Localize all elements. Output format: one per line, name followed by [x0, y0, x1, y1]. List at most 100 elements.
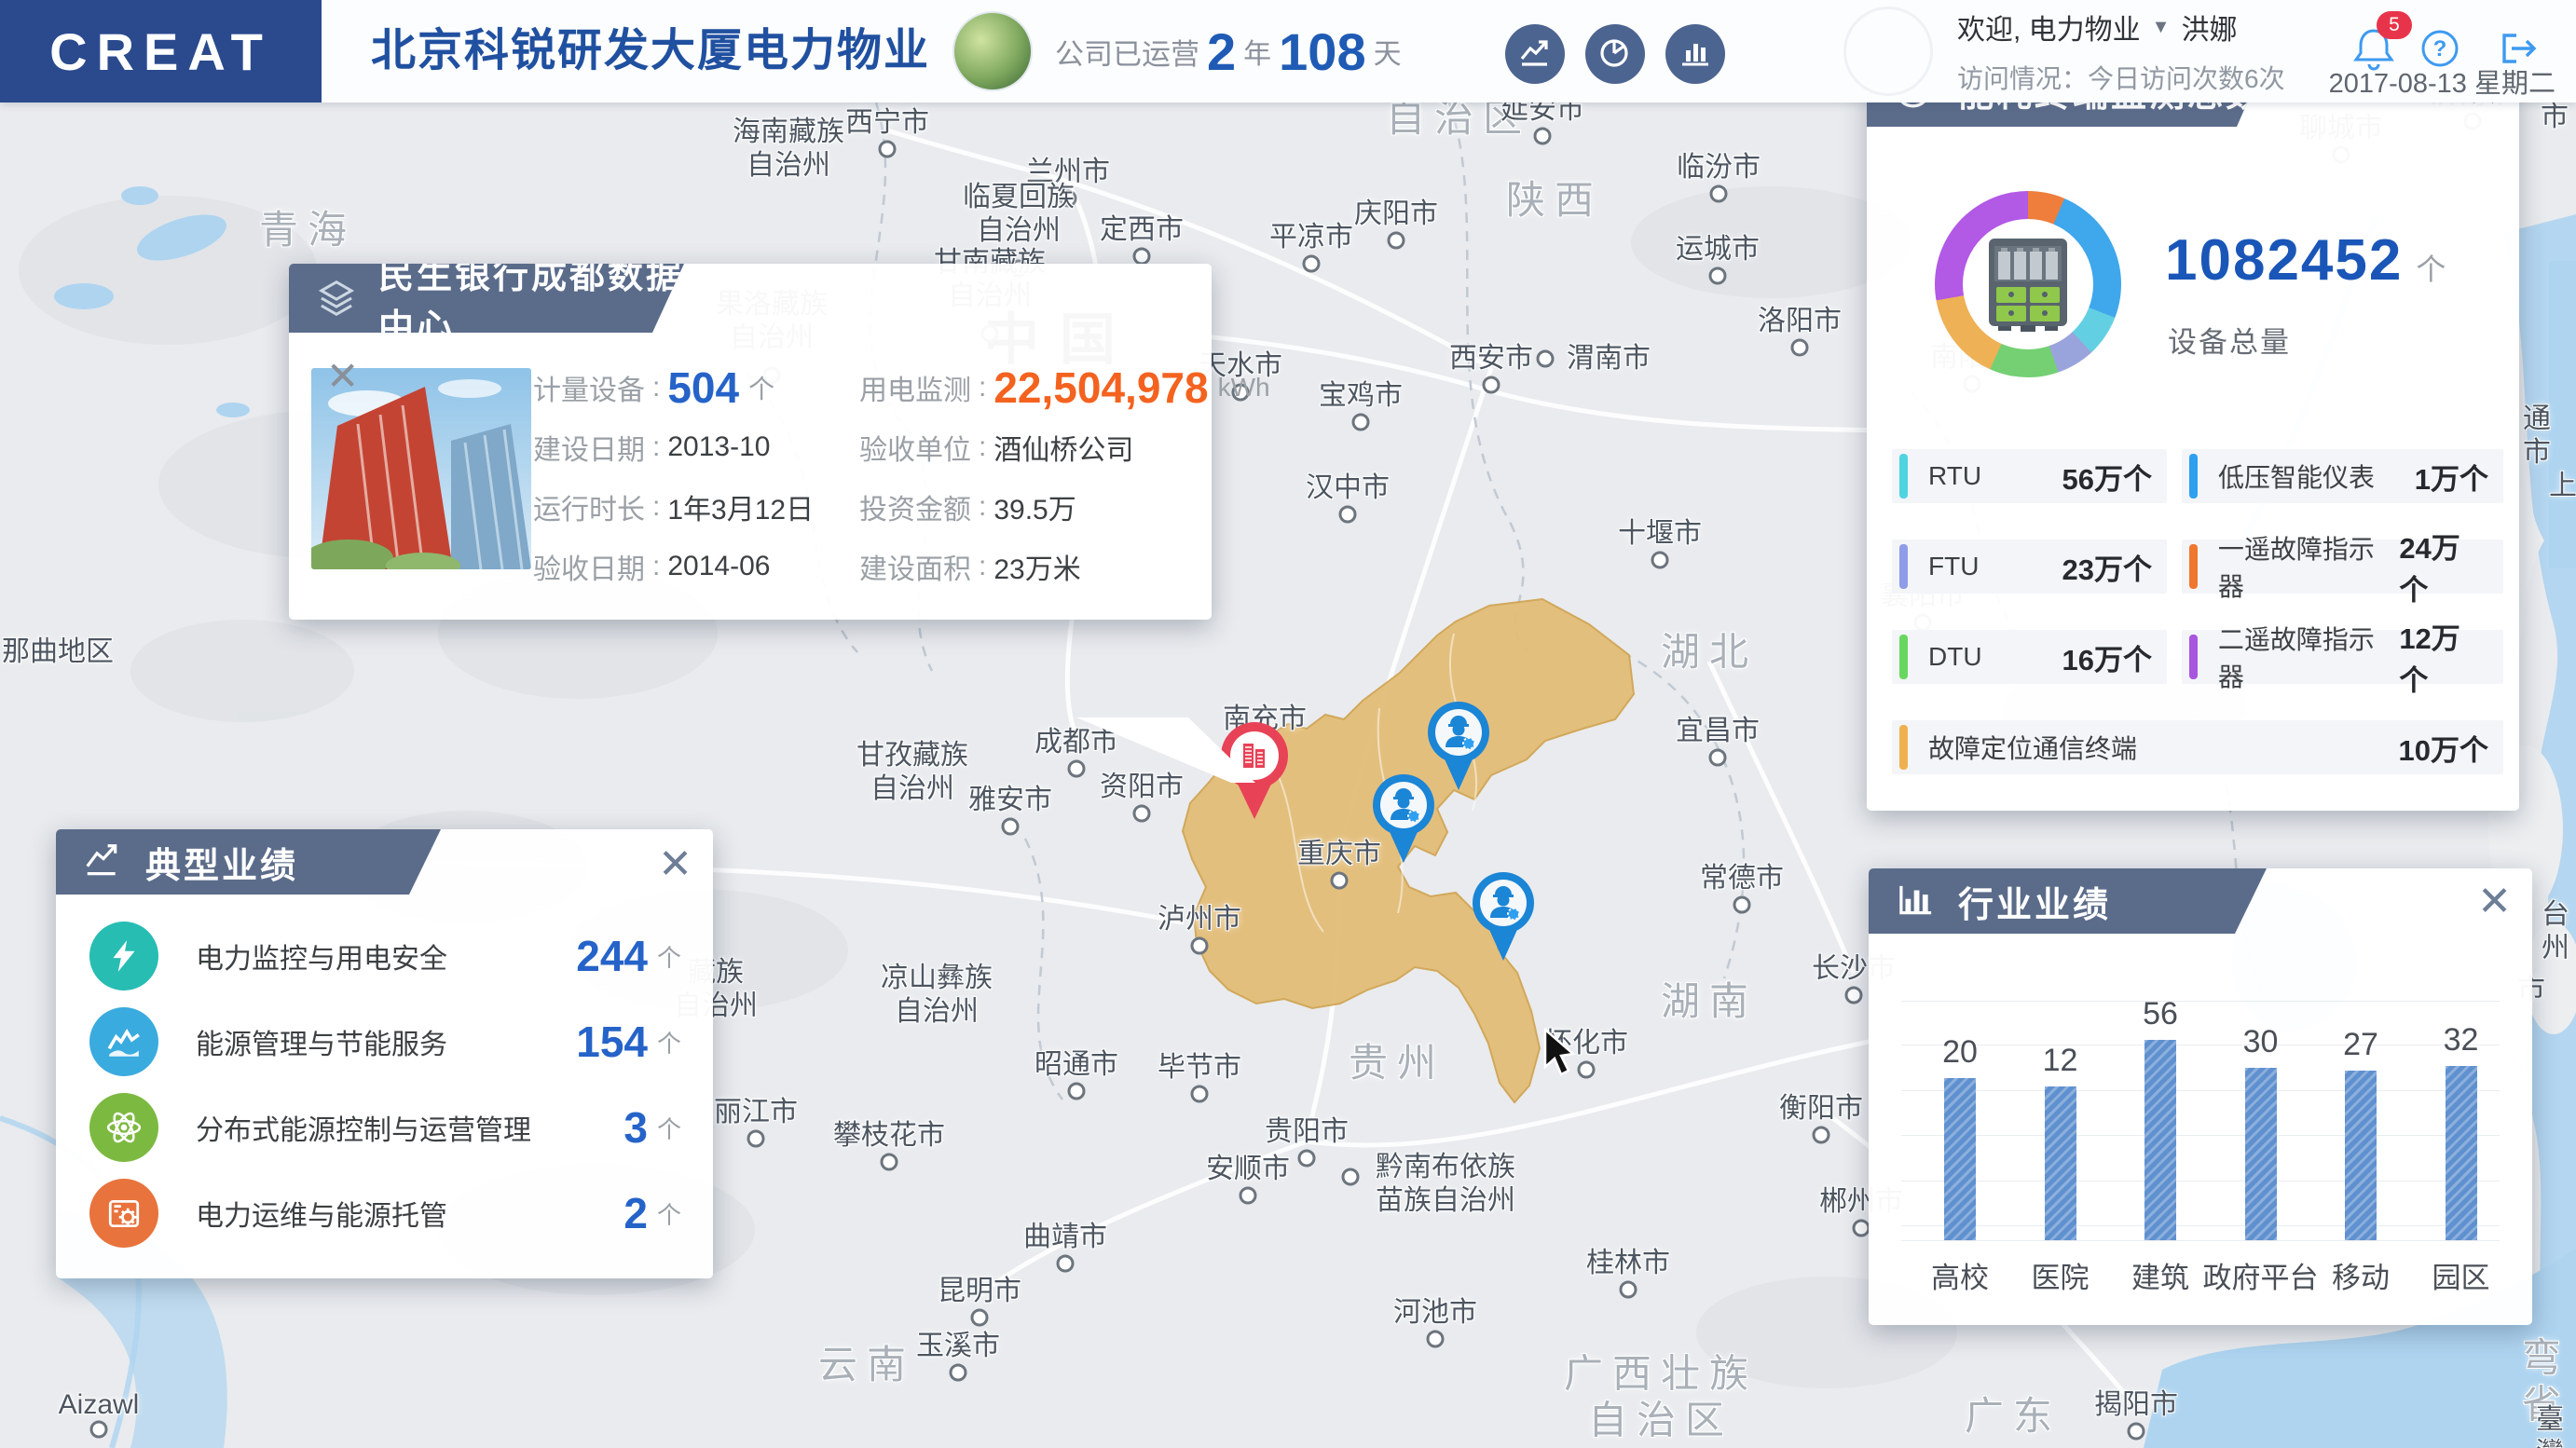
site-field: 用电监测:22,504,978 kWh [859, 361, 1270, 415]
map-label: 陕西 [1505, 177, 1604, 222]
map-label: 凉山彝族 自治州 [881, 963, 993, 1027]
chart-gridline [1901, 1240, 2500, 1241]
device-value: 16万个 [2062, 643, 2152, 676]
device-value: 56万个 [2062, 462, 2152, 496]
page-title: 北京科锐研发大厦电力物业 [371, 26, 931, 75]
field-label: 计量设备 [533, 376, 645, 406]
city-dot [1533, 127, 1552, 145]
weekday-text: 星期二 [2473, 69, 2555, 99]
field-colon: : [979, 372, 987, 403]
field-unit: 个 [748, 375, 775, 403]
city-dot [1708, 266, 1727, 285]
atom-icon [89, 1093, 158, 1162]
device-row: 低压智能仪表 1万个 [2182, 449, 2503, 503]
device-color-bar [1899, 544, 1908, 589]
field-value: 23万米 [993, 554, 1081, 585]
map-label: 常德市 [1700, 863, 1784, 894]
worker-pin-blue[interactable] [1468, 869, 1539, 969]
map-label: 甘孜藏族 自治州 [856, 740, 968, 804]
device-row: 一遥故障指示器 24万个 [2182, 532, 2503, 607]
pie-chart-icon [1598, 35, 1632, 74]
city-dot [747, 1129, 765, 1148]
city-dot [1067, 1082, 1086, 1100]
map-label: 河池市 [1393, 1297, 1477, 1328]
device-name: 故障定位通信终端 [1928, 734, 2138, 763]
map-label: 资阳市 [1100, 772, 1184, 802]
device-color-bar [2189, 544, 2198, 589]
device-color-bar [2189, 635, 2198, 679]
line-chart-button[interactable] [1505, 24, 1565, 84]
map-label: 通市 [2523, 403, 2551, 468]
operating-years: 2 [1207, 21, 1237, 81]
map-label: 贵阳市 [1265, 1116, 1349, 1147]
city-dot [1190, 1085, 1209, 1103]
typical-performance-panel: 典型业绩 ✕ 电力监控与用电安全 244 个能源管理与节能服务 154 个分布式能源控制… [56, 829, 713, 1278]
performance-unit: 个 [657, 1029, 682, 1058]
device-value: 12万个 [2399, 622, 2460, 697]
site-field: 建设面积:23万米 [859, 540, 1202, 594]
field-value: 酒仙桥公司 [993, 435, 1134, 466]
map-label: 临夏回族 自治州 [963, 182, 1075, 246]
device-color-bar [2189, 454, 2198, 499]
chart-bar [2144, 1040, 2176, 1240]
device-total-number: 1082452 [2165, 228, 2404, 293]
user-info: 欢迎, 电力物业 ▼ 洪娜 访问情况：今日访问次数6次 [1957, 7, 2285, 96]
site-field: 投资金额:39.5万 [859, 480, 1202, 534]
city-dot [1302, 254, 1321, 273]
city-dot [970, 1308, 989, 1327]
city-dot [1651, 551, 1669, 569]
map-label: 十堰市 [1618, 518, 1702, 549]
industry-bar-chart: 20 高校 12 医院 56 建筑 30 政府平台 27 移动 32 园区 [1869, 868, 2532, 1325]
map-label: 安顺市 [1206, 1154, 1290, 1184]
map-label: 湖南 [1660, 978, 1759, 1023]
city-dot [1482, 376, 1500, 394]
map-label: 贵州 [1348, 1040, 1446, 1085]
city-dot [1387, 231, 1405, 250]
worker-pin-blue[interactable] [1368, 772, 1439, 871]
user-block: 欢迎, 电力物业 ▼ 洪娜 访问情况：今日访问次数6次 [1843, 0, 2285, 102]
chart-bar-value: 56 [2143, 996, 2178, 1031]
user-avatar[interactable] [1843, 7, 1933, 96]
map-label: 潍坊市 [2541, 102, 2569, 132]
chart-gridline [1901, 1135, 2500, 1136]
pie-chart-button[interactable] [1585, 24, 1645, 84]
city-dot [1812, 1126, 1830, 1144]
device-color-bar [1899, 454, 1908, 499]
chart-gridline [1901, 1225, 2500, 1226]
device-value: 10万个 [2398, 733, 2488, 767]
device-name: DTU [1928, 642, 1982, 671]
performance-item: 电力运维与能源托管 2 个 [89, 1170, 685, 1256]
map-label: 昭通市 [1035, 1049, 1118, 1080]
field-label: 运行时长 [533, 495, 645, 526]
city-dot [1067, 759, 1086, 778]
site-field: 运行时长:1年3月12日 [533, 480, 850, 534]
map-label: 泸州市 [1158, 904, 1241, 935]
bar-chart-button[interactable] [1665, 24, 1725, 84]
popup-close-button[interactable]: ✕ [326, 357, 359, 396]
performance-count: 2 [623, 1189, 648, 1237]
field-label: 验收日期 [533, 554, 645, 585]
map-label: 曲靖市 [1023, 1222, 1107, 1252]
industry-performance-panel: 行业业绩 ✕ 20 高校 12 医院 56 建筑 30 政府平台 27 移动 32 园区 [1869, 868, 2532, 1325]
field-label: 建设面积 [859, 554, 971, 585]
field-value: 2014-06 [667, 551, 771, 581]
header-utilities: 5 ? 2017-08-13 星期二 [2329, 0, 2576, 102]
device-color-bar [1899, 725, 1908, 770]
svg-text:?: ? [2433, 36, 2447, 61]
site-field: 计量设备:504 个 [533, 361, 850, 415]
industry-close-button[interactable]: ✕ [2477, 881, 2512, 922]
device-name: 一遥故障指示器 [2217, 535, 2375, 601]
user-welcome-line[interactable]: 欢迎, 电力物业 ▼ 洪娜 [1957, 7, 2285, 48]
city-dot [1341, 1168, 1360, 1186]
city-dot [1708, 748, 1727, 767]
bar-chart-icon [1679, 35, 1712, 74]
chart-bar-value: 32 [2443, 1022, 2479, 1058]
brand-logo-text: CREAT [49, 21, 272, 81]
city-dot [1536, 349, 1555, 368]
performance-count: 244 [576, 932, 648, 980]
performance-name: 能源管理与节能服务 [196, 1030, 447, 1060]
perf-close-button[interactable]: ✕ [658, 844, 692, 885]
field-label: 建设日期 [533, 435, 645, 466]
performance-unit: 个 [657, 1114, 682, 1143]
days-unit: 天 [1373, 39, 1402, 70]
